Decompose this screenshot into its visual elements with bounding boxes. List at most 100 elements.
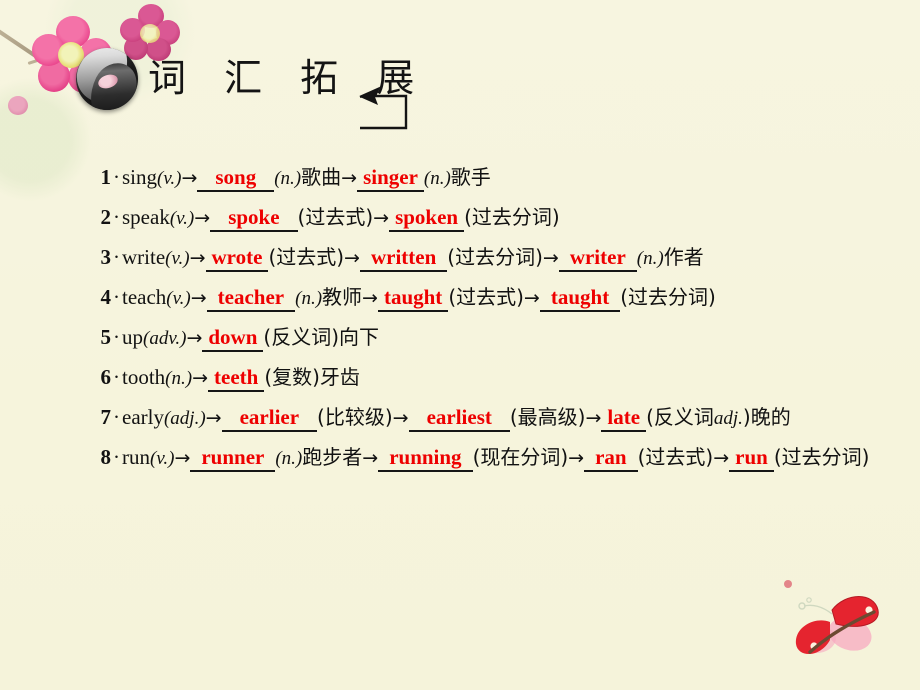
left-arrow-bracket-icon bbox=[359, 86, 408, 130]
vocab-item: 7·early(adj.)→ earlier (比较级)→ earliest (最高级)… bbox=[90, 398, 890, 438]
item-bullet: · bbox=[113, 245, 120, 269]
chinese-gloss: (比较级) bbox=[317, 405, 393, 429]
item-number-value: 8 bbox=[100, 445, 112, 469]
headword: early bbox=[122, 405, 164, 429]
right-arrow-icon: → bbox=[373, 207, 390, 229]
chinese-gloss: (过去分词) bbox=[447, 245, 543, 269]
answer-blank: spoke bbox=[210, 205, 298, 232]
chinese-gloss: (过去分词) bbox=[620, 285, 716, 309]
right-arrow-icon: → bbox=[192, 367, 208, 389]
part-of-speech: (n.) bbox=[275, 448, 303, 469]
right-arrow-icon: → bbox=[344, 247, 360, 269]
answer-blank: written bbox=[359, 245, 448, 272]
item-number-value: 3 bbox=[100, 245, 112, 269]
right-arrow-icon: → bbox=[362, 447, 379, 469]
right-arrow-icon: → bbox=[174, 447, 191, 469]
answer-blank: taught bbox=[539, 285, 621, 312]
right-arrow-icon: → bbox=[189, 247, 206, 269]
item-bullet: · bbox=[113, 445, 120, 469]
item-bullet: · bbox=[113, 165, 120, 189]
answer-blank: earliest bbox=[408, 405, 510, 432]
answer-blank: wrote bbox=[205, 245, 269, 272]
item-number: 7· bbox=[90, 405, 122, 429]
answer-blank: ran bbox=[584, 445, 638, 472]
item-bullet: · bbox=[113, 405, 120, 429]
answer-blank: teacher bbox=[206, 285, 296, 312]
answer-blank: singer bbox=[357, 165, 424, 192]
chinese-gloss: (过去分词) bbox=[464, 205, 560, 229]
headword: up bbox=[122, 325, 143, 349]
headword: teach bbox=[122, 285, 167, 309]
slide-canvas: 词 汇 拓 展 1·sing(v.)→ song (n.)歌曲→ singer (n.)… bbox=[0, 0, 920, 690]
vocab-item: 1·sing(v.)→ song (n.)歌曲→ singer (n.)歌手 bbox=[90, 158, 890, 198]
vocab-item: 5·up(adv.)→ down (反义词)向下 bbox=[90, 318, 890, 358]
chinese-gloss: (过去式) bbox=[637, 445, 714, 469]
answer-blank: late bbox=[601, 405, 647, 432]
right-arrow-icon: → bbox=[362, 287, 378, 309]
headword: tooth bbox=[122, 365, 166, 389]
vocab-item: 3·write(v.)→ wrote (过去式)→ written (过去分词)→ wri… bbox=[90, 238, 890, 278]
yin-yang-orb-icon bbox=[76, 48, 138, 110]
item-bullet: · bbox=[113, 365, 120, 389]
chinese-gloss: 牙齿 bbox=[319, 365, 360, 389]
item-number-value: 4 bbox=[100, 285, 112, 309]
part-of-speech: (adj.) bbox=[163, 408, 206, 429]
right-arrow-icon: → bbox=[392, 407, 409, 429]
chinese-gloss: (过去式) bbox=[448, 285, 524, 309]
item-number-value: 5 bbox=[100, 325, 112, 349]
item-number-value: 2 bbox=[100, 205, 112, 229]
part-of-speech: (v.) bbox=[150, 448, 175, 469]
item-bullet: · bbox=[113, 205, 120, 229]
vocabulary-list: 1·sing(v.)→ song (n.)歌曲→ singer (n.)歌手 2·spe… bbox=[90, 158, 890, 478]
answer-blank: writer bbox=[558, 245, 637, 272]
chinese-gloss: (现在分词) bbox=[472, 445, 569, 469]
item-bullet: · bbox=[113, 285, 120, 309]
part-of-speech: (v.) bbox=[165, 248, 190, 269]
chinese-gloss: (过去式) bbox=[268, 245, 345, 269]
chinese-gloss: 跑步者 bbox=[302, 445, 363, 469]
chinese-gloss: (反义词 bbox=[646, 405, 714, 429]
right-arrow-icon: → bbox=[186, 327, 203, 349]
item-number: 3· bbox=[90, 245, 122, 269]
part-of-speech: (v.) bbox=[166, 288, 191, 309]
answer-blank: taught bbox=[377, 285, 449, 312]
chinese-gloss: (最高级) bbox=[509, 405, 586, 429]
right-arrow-icon: → bbox=[568, 447, 585, 469]
chinese-gloss: (复数) bbox=[264, 365, 320, 389]
chinese-gloss: 向下 bbox=[339, 325, 379, 349]
part-of-speech: (n.) bbox=[295, 288, 323, 309]
item-number: 1· bbox=[90, 165, 122, 189]
part-of-speech: (n.) bbox=[165, 368, 193, 389]
part-of-speech: (n.) bbox=[636, 248, 664, 269]
vocab-item: 2·speak(v.)→ spoke (过去式)→ spoken (过去分词) bbox=[90, 198, 890, 238]
vocab-item: 6·tooth(n.)→ teeth (复数)牙齿 bbox=[90, 358, 890, 398]
chinese-gloss: (反义词) bbox=[263, 325, 339, 349]
chinese-gloss: (过去式) bbox=[297, 205, 374, 229]
butterfly-decoration bbox=[784, 580, 879, 655]
item-number-value: 1 bbox=[100, 165, 112, 189]
item-bullet: · bbox=[113, 325, 120, 349]
answer-blank: runner bbox=[190, 445, 276, 472]
right-arrow-icon: → bbox=[523, 287, 540, 309]
headword: sing bbox=[122, 165, 158, 189]
chinese-gloss: 教师 bbox=[322, 285, 363, 309]
right-arrow-icon: → bbox=[205, 407, 222, 429]
vocab-item: 4·teach(v.)→ teacher (n.)教师→ taught (过去式)→ ta… bbox=[90, 278, 890, 318]
item-number: 4· bbox=[90, 285, 122, 309]
part-of-speech: (adv.) bbox=[143, 328, 187, 349]
headword: run bbox=[122, 445, 150, 469]
headword: write bbox=[122, 245, 166, 269]
headword: speak bbox=[122, 205, 170, 229]
answer-blank: run bbox=[729, 445, 774, 472]
right-arrow-icon: → bbox=[194, 207, 211, 229]
right-arrow-icon: → bbox=[341, 167, 358, 189]
item-number: 6· bbox=[90, 365, 122, 389]
item-number: 8· bbox=[90, 445, 122, 469]
item-number: 2· bbox=[90, 205, 122, 229]
part-of-speech: (n.) bbox=[423, 168, 451, 189]
vocab-item: 8·run(v.)→ runner (n.)跑步者→ running (现在分词)→ ra… bbox=[90, 438, 890, 478]
chinese-gloss: 歌手 bbox=[450, 165, 491, 189]
right-arrow-icon: → bbox=[190, 287, 207, 309]
chinese-gloss: )晚的 bbox=[742, 405, 791, 429]
chinese-gloss: (过去分词) bbox=[773, 445, 870, 469]
